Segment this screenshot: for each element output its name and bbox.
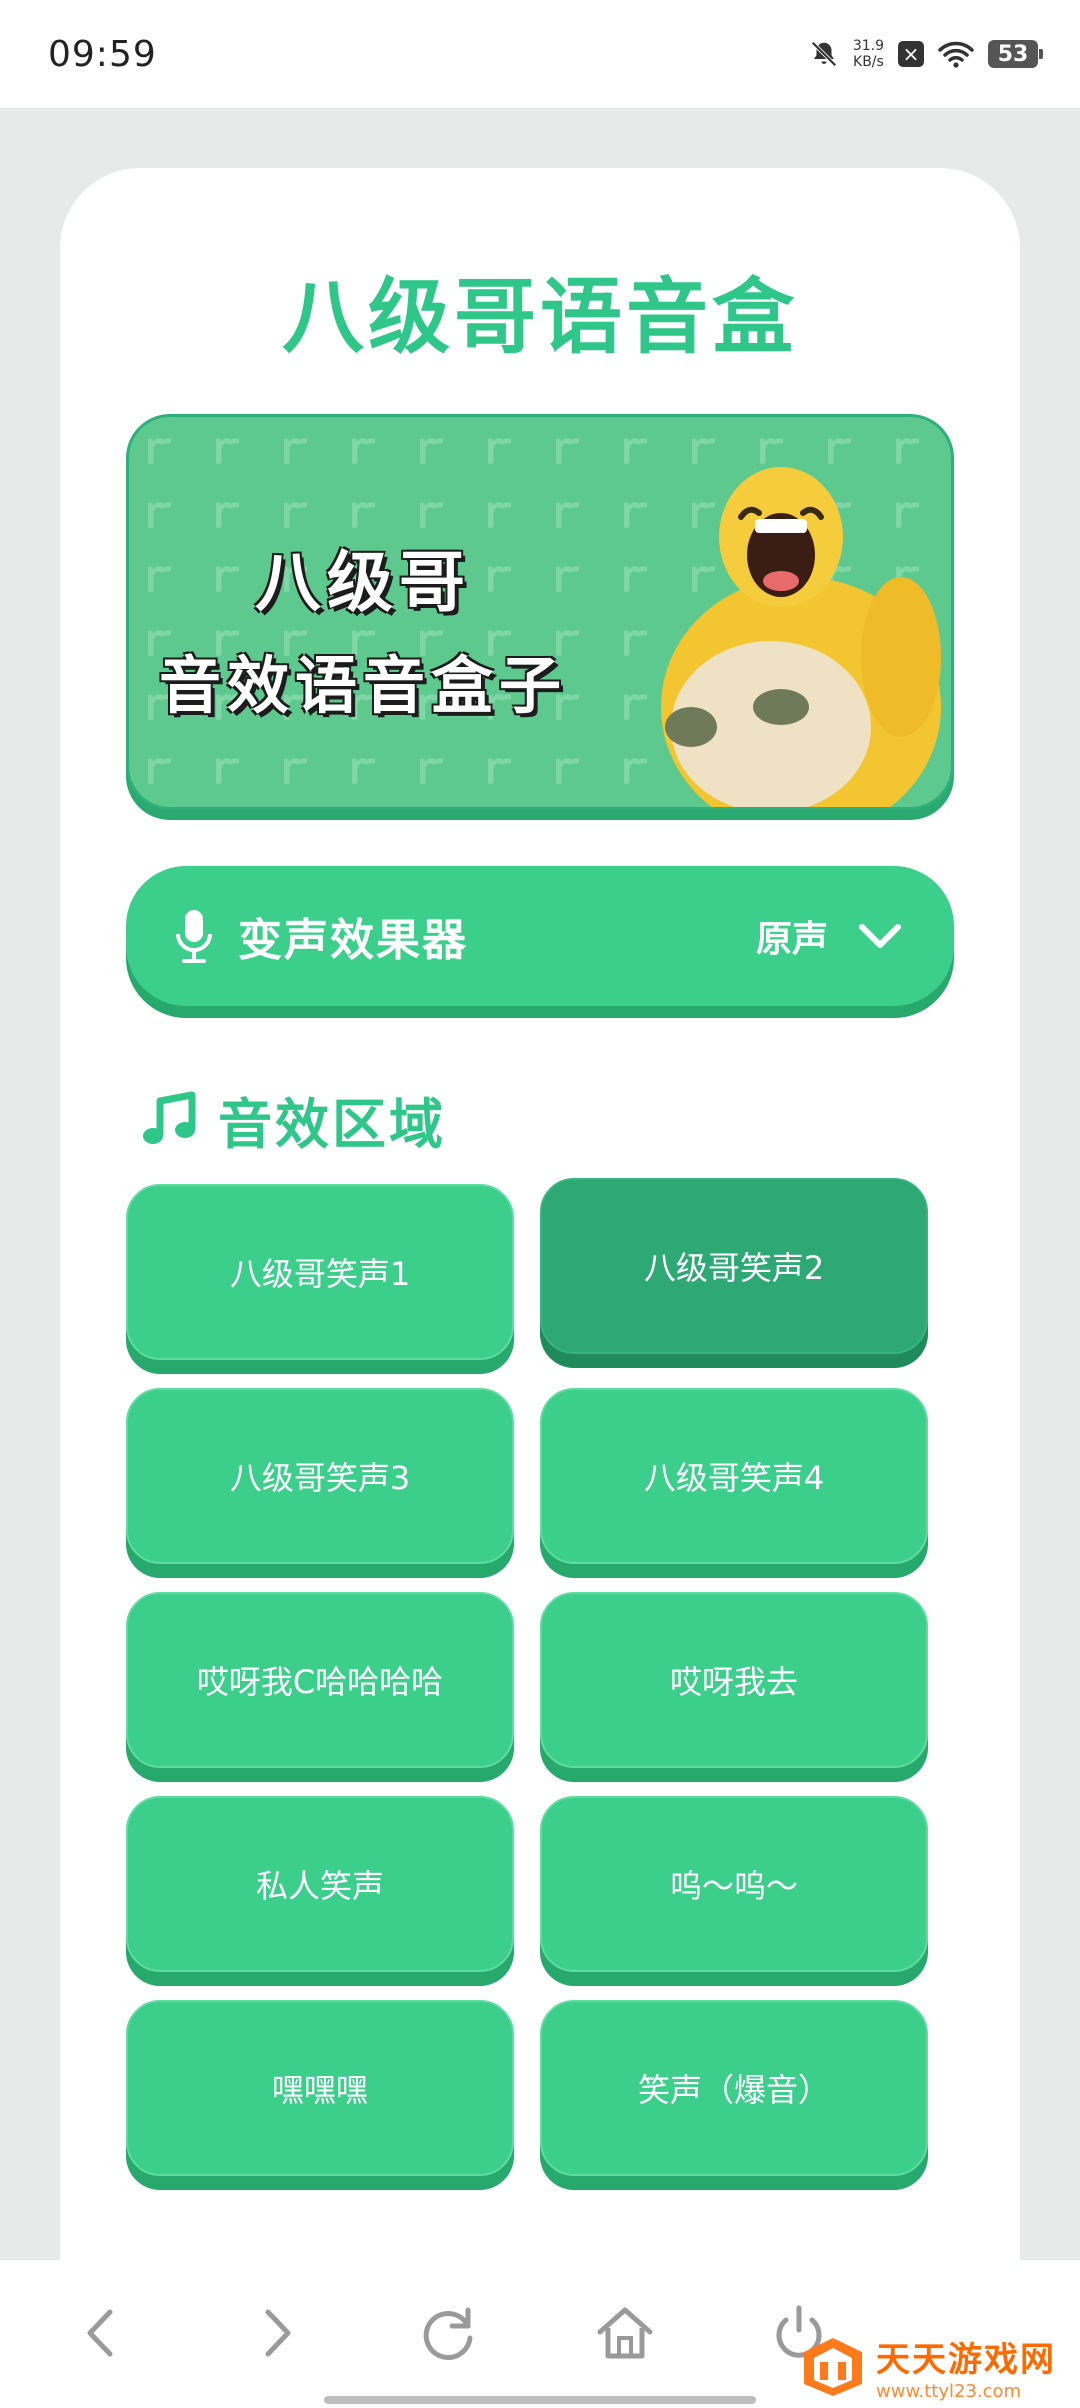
- sound-button[interactable]: 哎呀我去: [540, 1592, 928, 1768]
- sound-button-label: 私人笑声: [255, 1867, 384, 1905]
- sound-button-label: 八级哥笑声4: [643, 1459, 825, 1497]
- sound-button-label: 哎呀我去: [669, 1663, 798, 1701]
- wifi-icon: [938, 41, 974, 68]
- sound-button[interactable]: 嘿嘿嘿: [126, 2000, 514, 2176]
- battery-icon: 53: [988, 40, 1043, 68]
- watermark: 天天游戏网 www.ttyl23.com: [798, 2332, 1056, 2402]
- home-indicator[interactable]: [324, 2396, 756, 2404]
- hero-banner: ꭈ 八级哥 音效语音盒子: [126, 414, 954, 810]
- refresh-icon[interactable]: [414, 2298, 484, 2368]
- sound-button[interactable]: 八级哥笑声3: [126, 1388, 514, 1564]
- sound-button[interactable]: 哎呀我C哈哈哈哈: [126, 1592, 514, 1768]
- network-speed-unit: KB/s: [853, 54, 884, 70]
- status-bar: 09:59 31.9 KB/s × 53: [0, 0, 1080, 108]
- battery-level: 53: [997, 41, 1029, 67]
- network-speed-value: 31.9: [852, 38, 884, 54]
- sound-button[interactable]: 八级哥笑声4: [540, 1388, 928, 1564]
- forward-icon[interactable]: [240, 2298, 310, 2368]
- home-icon[interactable]: [590, 2298, 660, 2368]
- watermark-logo-icon: [804, 2338, 862, 2396]
- microphone-icon: [176, 910, 212, 963]
- sound-button-label: 笑声（爆音）: [637, 2071, 830, 2109]
- sound-button[interactable]: 笑声（爆音）: [540, 2000, 928, 2176]
- voice-changer-value: 原声: [755, 919, 828, 960]
- sound-button-label: 八级哥笑声2: [643, 1249, 825, 1287]
- mute-notification-icon: [811, 41, 837, 67]
- sound-button[interactable]: 私人笑声: [126, 1796, 514, 1972]
- section-title: 音效区域: [218, 1093, 446, 1156]
- x-badge-icon: ×: [898, 41, 924, 67]
- music-note-icon: [143, 1091, 196, 1144]
- sound-button-label: 八级哥笑声1: [229, 1255, 411, 1293]
- sound-button-label: 哎呀我C哈哈哈哈: [196, 1663, 444, 1701]
- mascot-image: [661, 467, 941, 807]
- sound-button[interactable]: 八级哥笑声1: [126, 1184, 514, 1360]
- voice-changer-dropdown[interactable]: 变声效果器 原声: [126, 866, 954, 1006]
- sound-button-label: 八级哥笑声3: [229, 1459, 411, 1497]
- back-icon[interactable]: [68, 2298, 138, 2368]
- banner-subtitle: 音效语音盒子: [159, 649, 568, 722]
- status-icons: 31.9 KB/s × 53: [809, 38, 1043, 70]
- chevron-down-icon: [859, 924, 901, 948]
- network-speed: 31.9 KB/s: [853, 38, 884, 70]
- voice-changer-label: 变声效果器: [238, 915, 468, 966]
- banner-title: 八级哥: [255, 544, 471, 621]
- sound-button[interactable]: 八级哥笑声2: [540, 1178, 928, 1354]
- sound-button-label: 嘿嘿嘿: [271, 2071, 368, 2109]
- watermark-name: 天天游戏网: [876, 2340, 1056, 2380]
- clock: 09:59: [48, 33, 157, 75]
- sound-button-label: 呜～呜～: [669, 1867, 798, 1905]
- sound-button[interactable]: 呜～呜～: [540, 1796, 928, 1972]
- page-title: 八级哥语音盒: [281, 270, 798, 365]
- section-header: 音效区域: [140, 1080, 446, 1159]
- watermark-url: www.ttyl23.com: [876, 2381, 1022, 2402]
